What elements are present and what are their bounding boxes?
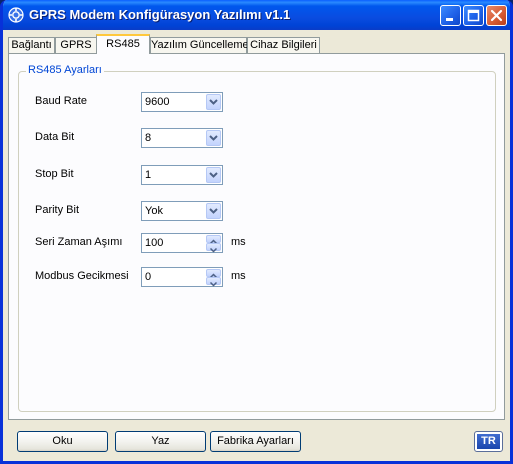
stop-bit-value: 1 (145, 169, 152, 181)
tab-yazilim-guncelleme[interactable]: Yazılım Güncelleme (150, 37, 249, 53)
language-button[interactable]: TR (474, 431, 503, 452)
write-button[interactable]: Yaz (115, 431, 206, 452)
parity-bit-value: Yok (145, 205, 163, 217)
baud-rate-value: 9600 (145, 96, 170, 108)
modem-gear-icon (8, 7, 24, 23)
modbus-delay-unit: ms (231, 270, 246, 282)
maximize-icon (467, 9, 480, 22)
baud-rate-label: Baud Rate (35, 95, 87, 107)
parity-bit-dropdown-button[interactable] (206, 203, 221, 219)
modbus-delay-up-button[interactable] (206, 269, 221, 279)
tab-gprs[interactable]: GPRS (55, 37, 97, 53)
chevron-down-icon (209, 208, 218, 214)
chevron-down-icon (209, 281, 218, 287)
tab-rs485[interactable]: RS485 (96, 34, 150, 54)
serial-timeout-up-button[interactable] (206, 235, 221, 245)
data-bit-label: Data Bit (35, 131, 75, 143)
rs485-settings-group: RS485 Ayarları Baud Rate 9600 Data Bit 8… (18, 64, 496, 412)
tab-baglanti[interactable]: Bağlantı (8, 37, 55, 53)
chevron-down-icon (209, 172, 218, 178)
minimize-icon (446, 18, 453, 21)
main-window: GPRS Modem Konfigürasyon Yazılımı v1.1 B… (0, 0, 513, 464)
data-bit-value: 8 (145, 132, 152, 144)
window-title: GPRS Modem Konfigürasyon Yazılımı v1.1 (29, 7, 291, 22)
rs485-tab-panel: RS485 Ayarları Baud Rate 9600 Data Bit 8… (8, 53, 505, 420)
parity-bit-label: Parity Bit (35, 204, 80, 216)
serial-timeout-unit: ms (231, 236, 246, 248)
close-icon (490, 9, 503, 22)
stop-bit-select[interactable]: 1 (141, 165, 223, 185)
serial-timeout-value: 100 (145, 237, 164, 249)
group-title: RS485 Ayarları (26, 64, 104, 76)
modbus-delay-label: Modbus Gecikmesi (35, 270, 129, 282)
chevron-down-icon (209, 247, 218, 253)
chevron-down-icon (209, 99, 218, 105)
minimize-button[interactable] (440, 5, 461, 26)
baud-rate-select[interactable]: 9600 (141, 92, 223, 112)
parity-bit-select[interactable]: Yok (141, 201, 223, 221)
modbus-delay-down-button[interactable] (206, 277, 221, 287)
factory-reset-button[interactable]: Fabrika Ayarları (210, 431, 301, 452)
title-bar[interactable]: GPRS Modem Konfigürasyon Yazılımı v1.1 (3, 0, 510, 30)
stop-bit-label: Stop Bit (35, 168, 74, 180)
modbus-delay-spin-buttons (206, 269, 221, 287)
data-bit-dropdown-button[interactable] (206, 130, 221, 146)
serial-timeout-label: Seri Zaman Aşımı (35, 236, 123, 248)
maximize-button[interactable] (463, 5, 484, 26)
serial-timeout-spin-buttons (206, 235, 221, 253)
close-button[interactable] (486, 5, 507, 26)
modbus-delay-stepper[interactable]: 0 (141, 267, 223, 287)
chevron-down-icon (209, 135, 218, 141)
modbus-delay-value: 0 (145, 271, 152, 283)
serial-timeout-down-button[interactable] (206, 243, 221, 253)
tab-cihaz-bilgileri[interactable]: Cihaz Bilgileri (247, 37, 320, 53)
read-button[interactable]: Oku (17, 431, 108, 452)
serial-timeout-stepper[interactable]: 100 (141, 233, 223, 253)
data-bit-select[interactable]: 8 (141, 128, 223, 148)
stop-bit-dropdown-button[interactable] (206, 167, 221, 183)
baud-rate-dropdown-button[interactable] (206, 94, 221, 110)
